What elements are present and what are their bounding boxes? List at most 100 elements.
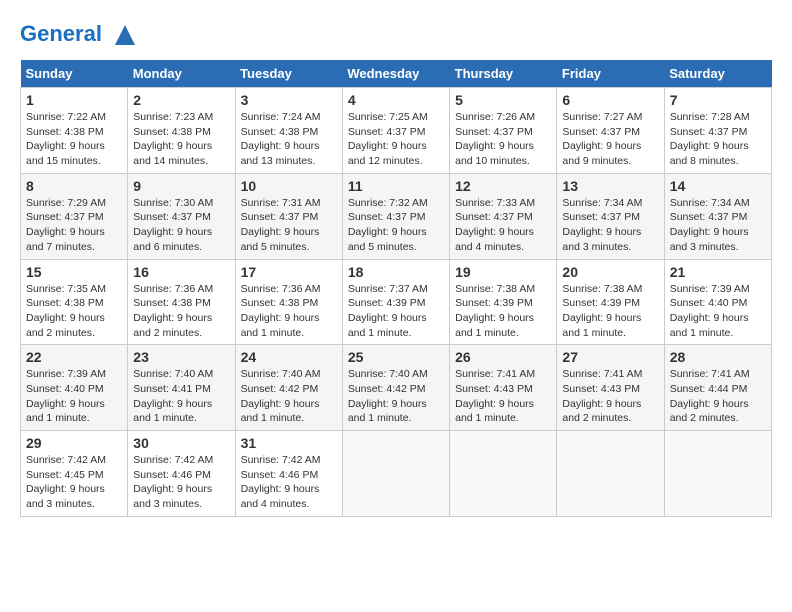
day-detail: Sunrise: 7:32 AM Sunset: 4:37 PM Dayligh… bbox=[348, 196, 444, 255]
day-detail: Sunrise: 7:40 AM Sunset: 4:41 PM Dayligh… bbox=[133, 367, 229, 426]
day-detail: Sunrise: 7:42 AM Sunset: 4:46 PM Dayligh… bbox=[241, 453, 337, 512]
day-cell bbox=[557, 431, 664, 517]
day-number: 27 bbox=[562, 349, 658, 365]
day-number: 18 bbox=[348, 264, 444, 280]
day-number: 26 bbox=[455, 349, 551, 365]
day-cell: 24 Sunrise: 7:40 AM Sunset: 4:42 PM Dayli… bbox=[235, 345, 342, 431]
day-cell: 10 Sunrise: 7:31 AM Sunset: 4:37 PM Dayli… bbox=[235, 173, 342, 259]
day-cell: 17 Sunrise: 7:36 AM Sunset: 4:38 PM Dayli… bbox=[235, 259, 342, 345]
day-detail: Sunrise: 7:42 AM Sunset: 4:45 PM Dayligh… bbox=[26, 453, 122, 512]
day-cell: 5Sunrise: 7:26 AM Sunset: 4:37 PM Daylig… bbox=[450, 88, 557, 174]
day-number: 4 bbox=[348, 92, 444, 108]
day-cell: 22 Sunrise: 7:39 AM Sunset: 4:40 PM Dayli… bbox=[21, 345, 128, 431]
day-detail: Sunrise: 7:40 AM Sunset: 4:42 PM Dayligh… bbox=[348, 367, 444, 426]
day-number: 6 bbox=[562, 92, 658, 108]
day-cell bbox=[342, 431, 449, 517]
day-number: 7 bbox=[670, 92, 766, 108]
day-detail: Sunrise: 7:41 AM Sunset: 4:43 PM Dayligh… bbox=[562, 367, 658, 426]
day-number: 2 bbox=[133, 92, 229, 108]
day-cell: 6Sunrise: 7:27 AM Sunset: 4:37 PM Daylig… bbox=[557, 88, 664, 174]
page-header: General bbox=[20, 20, 772, 50]
day-detail: Sunrise: 7:42 AM Sunset: 4:46 PM Dayligh… bbox=[133, 453, 229, 512]
week-row-2: 8 Sunrise: 7:29 AM Sunset: 4:37 PM Daylig… bbox=[21, 173, 772, 259]
day-detail: Sunrise: 7:37 AM Sunset: 4:39 PM Dayligh… bbox=[348, 282, 444, 341]
day-cell: 2Sunrise: 7:23 AM Sunset: 4:38 PM Daylig… bbox=[128, 88, 235, 174]
day-number: 21 bbox=[670, 264, 766, 280]
day-cell: 29 Sunrise: 7:42 AM Sunset: 4:45 PM Dayli… bbox=[21, 431, 128, 517]
week-row-4: 22 Sunrise: 7:39 AM Sunset: 4:40 PM Dayli… bbox=[21, 345, 772, 431]
day-cell bbox=[664, 431, 771, 517]
day-number: 13 bbox=[562, 178, 658, 194]
day-detail: Sunrise: 7:24 AM Sunset: 4:38 PM Dayligh… bbox=[241, 110, 337, 169]
col-header-monday: Monday bbox=[128, 60, 235, 88]
day-number: 23 bbox=[133, 349, 229, 365]
day-cell: 31 Sunrise: 7:42 AM Sunset: 4:46 PM Dayli… bbox=[235, 431, 342, 517]
day-detail: Sunrise: 7:35 AM Sunset: 4:38 PM Dayligh… bbox=[26, 282, 122, 341]
day-cell: 13 Sunrise: 7:34 AM Sunset: 4:37 PM Dayli… bbox=[557, 173, 664, 259]
day-detail: Sunrise: 7:34 AM Sunset: 4:37 PM Dayligh… bbox=[670, 196, 766, 255]
week-row-3: 15 Sunrise: 7:35 AM Sunset: 4:38 PM Dayli… bbox=[21, 259, 772, 345]
day-number: 22 bbox=[26, 349, 122, 365]
day-detail: Sunrise: 7:25 AM Sunset: 4:37 PM Dayligh… bbox=[348, 110, 444, 169]
day-detail: Sunrise: 7:30 AM Sunset: 4:37 PM Dayligh… bbox=[133, 196, 229, 255]
day-number: 9 bbox=[133, 178, 229, 194]
day-detail: Sunrise: 7:40 AM Sunset: 4:42 PM Dayligh… bbox=[241, 367, 337, 426]
week-row-1: 1 Sunrise: 7:22 AM Sunset: 4:38 PM Daylig… bbox=[21, 88, 772, 174]
day-cell: 11Sunrise: 7:32 AM Sunset: 4:37 PM Dayli… bbox=[342, 173, 449, 259]
day-detail: Sunrise: 7:41 AM Sunset: 4:44 PM Dayligh… bbox=[670, 367, 766, 426]
day-number: 3 bbox=[241, 92, 337, 108]
col-header-tuesday: Tuesday bbox=[235, 60, 342, 88]
day-cell: 27 Sunrise: 7:41 AM Sunset: 4:43 PM Dayli… bbox=[557, 345, 664, 431]
day-cell: 15 Sunrise: 7:35 AM Sunset: 4:38 PM Dayli… bbox=[21, 259, 128, 345]
day-number: 14 bbox=[670, 178, 766, 194]
day-number: 25 bbox=[348, 349, 444, 365]
col-header-wednesday: Wednesday bbox=[342, 60, 449, 88]
day-cell: 3 Sunrise: 7:24 AM Sunset: 4:38 PM Daylig… bbox=[235, 88, 342, 174]
day-cell: 28 Sunrise: 7:41 AM Sunset: 4:44 PM Dayli… bbox=[664, 345, 771, 431]
day-number: 30 bbox=[133, 435, 229, 451]
day-number: 28 bbox=[670, 349, 766, 365]
day-cell: 23 Sunrise: 7:40 AM Sunset: 4:41 PM Dayli… bbox=[128, 345, 235, 431]
day-number: 5 bbox=[455, 92, 551, 108]
col-header-friday: Friday bbox=[557, 60, 664, 88]
day-detail: Sunrise: 7:33 AM Sunset: 4:37 PM Dayligh… bbox=[455, 196, 551, 255]
day-cell: 20 Sunrise: 7:38 AM Sunset: 4:39 PM Dayli… bbox=[557, 259, 664, 345]
logo: General bbox=[20, 20, 140, 50]
day-number: 29 bbox=[26, 435, 122, 451]
day-number: 1 bbox=[26, 92, 122, 108]
day-detail: Sunrise: 7:41 AM Sunset: 4:43 PM Dayligh… bbox=[455, 367, 551, 426]
day-detail: Sunrise: 7:31 AM Sunset: 4:37 PM Dayligh… bbox=[241, 196, 337, 255]
day-cell: 19 Sunrise: 7:38 AM Sunset: 4:39 PM Dayli… bbox=[450, 259, 557, 345]
day-cell: 26 Sunrise: 7:41 AM Sunset: 4:43 PM Dayli… bbox=[450, 345, 557, 431]
day-detail: Sunrise: 7:34 AM Sunset: 4:37 PM Dayligh… bbox=[562, 196, 658, 255]
day-detail: Sunrise: 7:28 AM Sunset: 4:37 PM Dayligh… bbox=[670, 110, 766, 169]
day-number: 20 bbox=[562, 264, 658, 280]
day-cell: 4 Sunrise: 7:25 AM Sunset: 4:37 PM Daylig… bbox=[342, 88, 449, 174]
day-cell: 21 Sunrise: 7:39 AM Sunset: 4:40 PM Dayli… bbox=[664, 259, 771, 345]
day-cell: 16Sunrise: 7:36 AM Sunset: 4:38 PM Dayli… bbox=[128, 259, 235, 345]
day-cell: 18 Sunrise: 7:37 AM Sunset: 4:39 PM Dayli… bbox=[342, 259, 449, 345]
day-detail: Sunrise: 7:39 AM Sunset: 4:40 PM Dayligh… bbox=[670, 282, 766, 341]
day-detail: Sunrise: 7:39 AM Sunset: 4:40 PM Dayligh… bbox=[26, 367, 122, 426]
day-number: 31 bbox=[241, 435, 337, 451]
day-cell: 30 Sunrise: 7:42 AM Sunset: 4:46 PM Dayli… bbox=[128, 431, 235, 517]
day-number: 17 bbox=[241, 264, 337, 280]
day-number: 8 bbox=[26, 178, 122, 194]
day-cell: 1 Sunrise: 7:22 AM Sunset: 4:38 PM Daylig… bbox=[21, 88, 128, 174]
day-number: 15 bbox=[26, 264, 122, 280]
day-detail: Sunrise: 7:22 AM Sunset: 4:38 PM Dayligh… bbox=[26, 110, 122, 169]
day-cell: 14 Sunrise: 7:34 AM Sunset: 4:37 PM Dayli… bbox=[664, 173, 771, 259]
day-detail: Sunrise: 7:29 AM Sunset: 4:37 PM Dayligh… bbox=[26, 196, 122, 255]
day-number: 12 bbox=[455, 178, 551, 194]
week-row-5: 29 Sunrise: 7:42 AM Sunset: 4:45 PM Dayli… bbox=[21, 431, 772, 517]
day-number: 19 bbox=[455, 264, 551, 280]
day-number: 24 bbox=[241, 349, 337, 365]
day-detail: Sunrise: 7:36 AM Sunset: 4:38 PM Dayligh… bbox=[241, 282, 337, 341]
day-number: 10 bbox=[241, 178, 337, 194]
day-cell: 8 Sunrise: 7:29 AM Sunset: 4:37 PM Daylig… bbox=[21, 173, 128, 259]
day-cell: 7 Sunrise: 7:28 AM Sunset: 4:37 PM Daylig… bbox=[664, 88, 771, 174]
day-cell: 12 Sunrise: 7:33 AM Sunset: 4:37 PM Dayli… bbox=[450, 173, 557, 259]
day-detail: Sunrise: 7:38 AM Sunset: 4:39 PM Dayligh… bbox=[455, 282, 551, 341]
day-detail: Sunrise: 7:38 AM Sunset: 4:39 PM Dayligh… bbox=[562, 282, 658, 341]
col-header-sunday: Sunday bbox=[21, 60, 128, 88]
